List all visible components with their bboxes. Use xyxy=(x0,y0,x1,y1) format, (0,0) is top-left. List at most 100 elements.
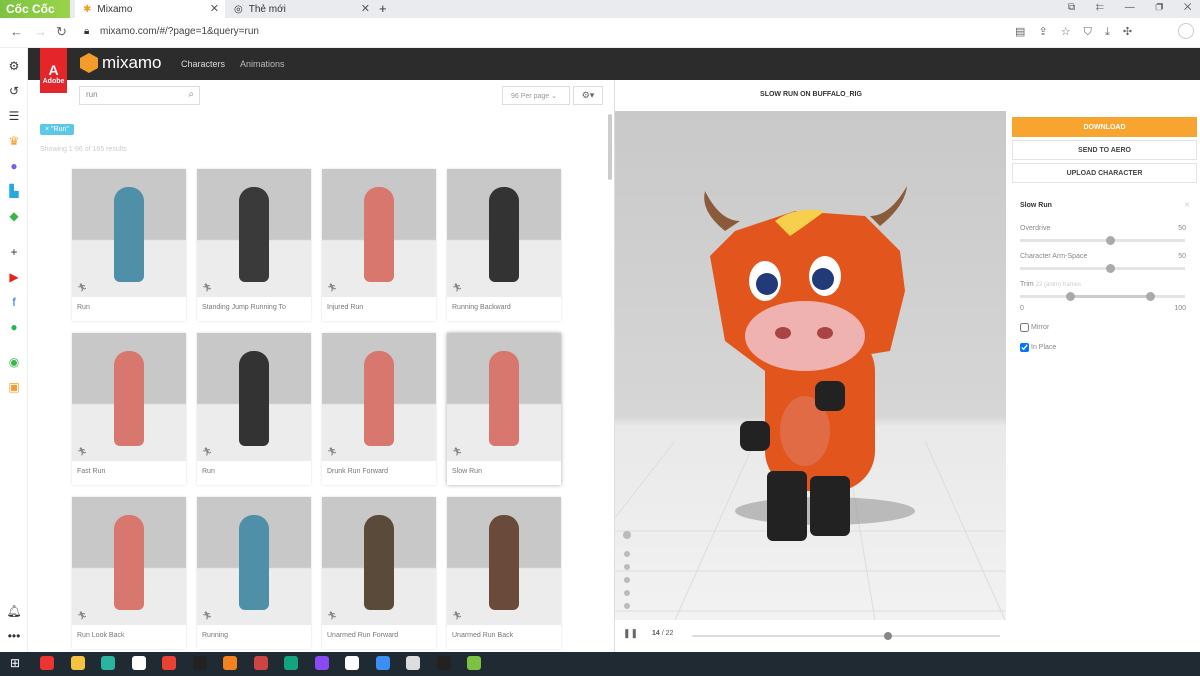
lock-icon: 🔒︎ xyxy=(84,26,90,37)
animation-card[interactable]: 🏃︎ Slow Run xyxy=(447,333,561,485)
filter-chip[interactable]: × "Run" xyxy=(40,124,74,135)
zbrush-taskbar-icon[interactable] xyxy=(131,656,146,670)
new-tab-button[interactable]: + xyxy=(379,1,387,16)
download-button[interactable]: DOWNLOAD xyxy=(1012,117,1197,137)
close-tab-icon[interactable]: ✕ xyxy=(361,2,370,15)
list-icon[interactable]: ☰ xyxy=(6,108,22,124)
spotify-icon[interactable]: ● xyxy=(6,319,22,335)
mirror-option[interactable]: Mirror xyxy=(1020,323,1049,332)
unity-taskbar-icon[interactable] xyxy=(192,656,207,670)
browser-brand[interactable]: Cốc Cốc xyxy=(0,0,70,18)
trim-min: 0 xyxy=(1020,305,1024,312)
facebook-icon[interactable]: f xyxy=(6,294,22,310)
close-icon[interactable]: ✕ xyxy=(1184,201,1190,209)
search-input[interactable]: run ⌕ xyxy=(79,86,200,105)
learn-icon[interactable]: ▙ xyxy=(6,183,22,199)
animation-card[interactable]: 🏃︎ Drunk Run Forward xyxy=(322,333,436,485)
chrome-taskbar-icon[interactable] xyxy=(162,656,176,670)
animation-label: Run xyxy=(77,304,90,311)
animation-card[interactable]: 🏃︎ Fast Run xyxy=(72,333,186,485)
search-icon[interactable]: ⌕ xyxy=(188,89,194,100)
reload-icon[interactable]: ↻ xyxy=(56,24,67,40)
armspace-slider[interactable] xyxy=(1020,264,1185,273)
upload-character-button[interactable]: UPLOAD CHARACTER xyxy=(1012,163,1197,183)
nav-animations[interactable]: Animations xyxy=(240,59,285,69)
animation-card[interactable]: 🏃︎ Injured Run xyxy=(322,169,436,321)
shop-icon[interactable]: ▣ xyxy=(6,379,22,395)
adobe-logo[interactable]: A Adobe xyxy=(40,48,67,93)
zalo-taskbar-icon[interactable] xyxy=(375,656,390,670)
inplace-checkbox[interactable] xyxy=(1020,343,1029,352)
inplace-option[interactable]: In Place xyxy=(1020,343,1056,352)
upwork-taskbar-icon[interactable] xyxy=(284,656,298,670)
slider-handle[interactable] xyxy=(1106,264,1115,273)
close-tab-icon[interactable]: ✕ xyxy=(210,2,219,15)
per-page-value: 96 Per page xyxy=(511,93,550,100)
adobe-label: Adobe xyxy=(42,78,65,85)
animation-label: Fast Run xyxy=(77,468,106,475)
trim-start-handle[interactable] xyxy=(1066,292,1075,301)
animation-card[interactable]: 🏃︎ Unarmed Run Forward xyxy=(322,497,436,649)
github-taskbar-icon[interactable] xyxy=(314,656,329,670)
unity-taskbar-icon[interactable] xyxy=(436,656,451,670)
tab-mixamo[interactable]: ✱ Mixamo ✕ xyxy=(75,0,225,18)
overdrive-value: 50 xyxy=(1178,225,1186,232)
settings-dropdown[interactable]: ⚙▾ xyxy=(573,86,603,105)
mirror-checkbox[interactable] xyxy=(1020,323,1029,332)
messenger-icon[interactable]: ● xyxy=(6,158,22,174)
add-icon[interactable]: + xyxy=(6,244,22,260)
youtube-icon[interactable]: ▶ xyxy=(6,269,22,285)
mirror-label: Mirror xyxy=(1031,324,1050,331)
extension-icons[interactable]: ▤ ⇪ ☆ ⛉ ⤓ ✣ xyxy=(1015,25,1132,39)
more-icon[interactable]: ••• xyxy=(6,628,22,644)
history-icon[interactable]: ↺ xyxy=(6,83,22,99)
animation-label: Injured Run xyxy=(327,304,364,311)
send-to-aero-button[interactable]: SEND TO AERO xyxy=(1012,140,1197,160)
app-taskbar-icon[interactable] xyxy=(345,656,359,670)
animation-card[interactable]: 🏃︎ Run xyxy=(197,333,311,485)
app-taskbar-icon[interactable] xyxy=(253,656,268,670)
timeline-slider[interactable] xyxy=(692,632,1000,640)
timeline-handle[interactable] xyxy=(884,632,892,640)
slider-handle[interactable] xyxy=(1106,236,1115,245)
taskbar: ⊞ xyxy=(0,652,1200,676)
tab-new[interactable]: ◎ Thẻ mới ✕ xyxy=(226,0,376,18)
per-page-select[interactable]: 96 Per page ⌄ xyxy=(502,86,570,105)
unity-hub-taskbar-icon[interactable] xyxy=(406,656,420,670)
crown-icon[interactable]: ♛ xyxy=(6,133,22,149)
notification-icon[interactable]: 🔔︎ xyxy=(6,603,22,619)
windows-start-icon[interactable]: ⊞ xyxy=(10,656,20,670)
animation-card[interactable]: 🏃︎ Standing Jump Running To xyxy=(197,169,311,321)
animation-card[interactable]: 🏃︎ Running Backward xyxy=(447,169,561,321)
profile-icon[interactable] xyxy=(1178,23,1194,39)
animation-card[interactable]: 🏃︎ Unarmed Run Back xyxy=(447,497,561,649)
forward-icon[interactable]: → xyxy=(34,24,47,39)
maya-taskbar-icon[interactable] xyxy=(101,656,115,670)
cococ-taskbar-icon[interactable] xyxy=(467,656,481,670)
scrollbar[interactable] xyxy=(608,114,612,180)
cococ-app-taskbar-icon[interactable] xyxy=(40,656,54,670)
url-input[interactable]: mixamo.com/#/?page=1&query=run xyxy=(100,26,259,37)
trim-slider[interactable] xyxy=(1020,292,1185,301)
back-icon[interactable]: ← xyxy=(10,24,23,39)
mixamo-brand[interactable]: mixamo xyxy=(102,53,162,73)
animation-card[interactable]: 🏃︎ Run xyxy=(72,169,186,321)
chevron-down-icon: ⌄ xyxy=(551,93,557,100)
animation-card[interactable]: 🏃︎ Run Look Back xyxy=(72,497,186,649)
trim-end-handle[interactable] xyxy=(1146,292,1155,301)
chat-icon[interactable]: ◉ xyxy=(6,354,22,370)
run-icon: 🏃︎ xyxy=(452,283,463,292)
playback-bar: ❚❚ 14 / 22 xyxy=(615,625,1006,645)
nav-characters[interactable]: Characters xyxy=(181,59,225,69)
animation-card[interactable]: 🏃︎ Running xyxy=(197,497,311,649)
blender-taskbar-icon[interactable] xyxy=(223,656,237,670)
game-icon[interactable]: ◆ xyxy=(6,208,22,224)
pause-icon[interactable]: ❚❚ xyxy=(623,628,638,639)
overdrive-slider[interactable] xyxy=(1020,236,1185,245)
animation-thumbnail xyxy=(447,333,561,461)
run-icon: 🏃︎ xyxy=(452,611,463,620)
settings-icon[interactable]: ⚙ xyxy=(6,58,22,74)
3d-viewport[interactable] xyxy=(615,111,1006,620)
window-controls[interactable]: ⧉ ⇇ — ❐ ✕ xyxy=(1068,2,1192,13)
file-explorer-taskbar-icon[interactable] xyxy=(70,656,85,670)
